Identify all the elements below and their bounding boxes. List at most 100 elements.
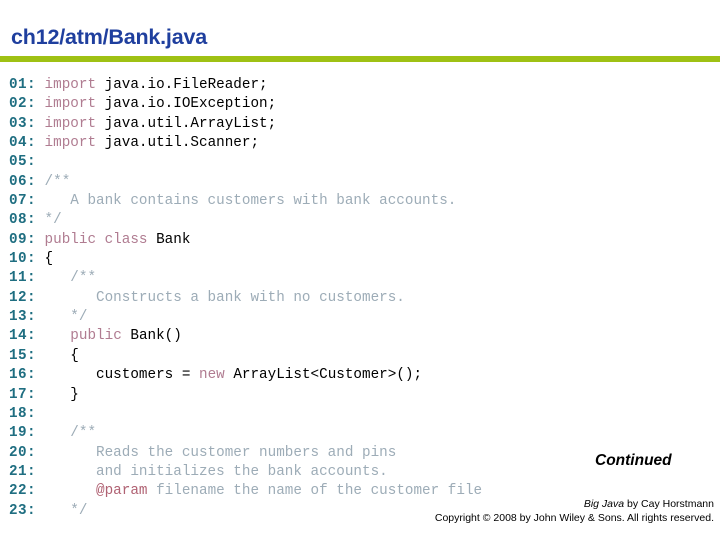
- code-line-number: 06:: [9, 173, 36, 190]
- code-token-src: Bank: [147, 231, 191, 248]
- code-line-number: 16:: [9, 367, 36, 384]
- code-line-number: 14:: [9, 328, 36, 345]
- code-gutter-gap: [36, 464, 45, 480]
- code-token-cm: and initializes the bank accounts.: [44, 463, 388, 480]
- code-token-src: [45, 328, 71, 344]
- code-gutter-gap: [36, 445, 45, 461]
- code-line: 10: {: [0, 250, 720, 269]
- code-token-cm: A bank contains customers with bank acco…: [44, 193, 457, 210]
- code-token-src: java.util.Scanner;: [96, 135, 260, 152]
- code-line-number: 17:: [9, 386, 36, 403]
- footer-author: by Cay Horstmann: [624, 498, 714, 510]
- code-token-cm: */: [44, 309, 88, 326]
- code-gutter-gap: [36, 290, 45, 306]
- code-token-cm: /**: [44, 173, 71, 190]
- code-line: 16: customers = new ArrayList<Customer>(…: [0, 366, 720, 385]
- code-token-cm: /**: [44, 270, 97, 287]
- code-token-src: customers =: [44, 367, 199, 384]
- footer-copyright: Copyright © 2008 by John Wiley & Sons. A…: [434, 511, 714, 524]
- code-token-kw: import: [44, 135, 97, 152]
- code-line: 13: */: [0, 308, 720, 327]
- code-gutter-gap: [36, 251, 45, 267]
- code-token-src: {: [44, 347, 79, 364]
- code-gutter-gap: [36, 154, 45, 170]
- code-line: 05:: [0, 153, 720, 172]
- slide-header: ch12/atm/Bank.java: [0, 0, 720, 62]
- code-gutter-gap: [36, 116, 45, 132]
- code-line: 18:: [0, 405, 720, 424]
- code-line-number: 04:: [9, 135, 36, 152]
- code-gutter-gap: [36, 425, 45, 441]
- code-line-number: 10:: [9, 251, 36, 268]
- code-line: 01: import java.io.FileReader;: [0, 76, 720, 95]
- code-line-number: 01:: [9, 77, 36, 93]
- code-token-kw: public: [70, 328, 122, 345]
- code-line: 04: import java.util.Scanner;: [0, 134, 720, 153]
- code-gutter-gap: [36, 270, 45, 286]
- code-line-number: 09:: [9, 231, 36, 248]
- code-gutter-gap: [36, 406, 45, 422]
- code-token-src: }: [44, 386, 79, 403]
- code-line: 03: import java.util.ArrayList;: [0, 115, 720, 134]
- code-line-number: 18:: [9, 405, 36, 422]
- code-line-number: 19:: [9, 425, 36, 442]
- title-divider: [0, 56, 720, 62]
- code-line-number: 13:: [9, 309, 36, 326]
- code-line: 07: A bank contains customers with bank …: [0, 192, 720, 211]
- code-token-kw: import: [44, 115, 97, 132]
- code-gutter-gap: [36, 483, 45, 499]
- code-line: 15: {: [0, 347, 720, 366]
- code-token-kw: import: [44, 77, 97, 93]
- footer-credit: Big Java by Cay Horstmann: [0, 498, 714, 512]
- code-token-src: ArrayList<Customer>();: [224, 367, 423, 384]
- code-gutter-gap: [36, 232, 45, 248]
- code-token-cm: Reads the customer numbers and pins: [44, 444, 397, 461]
- code-gutter-gap: [36, 96, 45, 112]
- code-token-src: {: [44, 251, 54, 268]
- code-gutter-gap: [36, 193, 45, 209]
- code-line-number: 15:: [9, 347, 36, 364]
- code-gutter-gap: [36, 77, 45, 93]
- code-line-number: 21:: [9, 463, 36, 480]
- code-line-number: 12:: [9, 289, 36, 306]
- code-line: 08: */: [0, 211, 720, 230]
- code-line-number: 08:: [9, 212, 36, 229]
- page-title: ch12/atm/Bank.java: [11, 25, 207, 49]
- code-line: 12: Constructs a bank with no customers.: [0, 289, 720, 308]
- code-line: 06: /**: [0, 173, 720, 192]
- code-token-src: java.util.ArrayList;: [96, 115, 277, 132]
- code-line-number: 03:: [9, 115, 36, 132]
- code-token-kw: public class: [44, 231, 148, 248]
- code-line-number: 20:: [9, 444, 36, 461]
- code-token-cm: filename the name of the customer file: [147, 483, 483, 500]
- code-gutter-gap: [36, 309, 45, 325]
- continued-label: Continued: [595, 452, 672, 469]
- code-token-cm: Constructs a bank with no customers.: [44, 289, 405, 306]
- code-line: 19: /**: [0, 424, 720, 443]
- code-gutter-gap: [36, 135, 45, 151]
- footer-book-title: Big Java: [583, 498, 625, 510]
- code-gutter-gap: [36, 174, 45, 190]
- code-gutter-gap: [36, 367, 45, 383]
- code-line: 17: }: [0, 386, 720, 405]
- code-token-src: Bank(): [121, 328, 182, 345]
- code-gutter-gap: [36, 212, 45, 228]
- code-token-tag: @param: [44, 483, 148, 500]
- code-line-number: 22:: [9, 483, 36, 500]
- code-line-number: 07:: [9, 193, 36, 210]
- code-token-src: java.io.FileReader;: [96, 77, 268, 93]
- code-line: 09: public class Bank: [0, 231, 720, 250]
- code-line-number: 11:: [9, 270, 36, 287]
- code-line: 11: /**: [0, 269, 720, 288]
- code-gutter-gap: [36, 348, 45, 364]
- code-token-kw: new: [198, 367, 225, 384]
- code-token-cm: /**: [44, 425, 97, 442]
- slide-footer: Big Java by Cay Horstmann Copyright © 20…: [0, 498, 714, 525]
- code-gutter-gap: [36, 387, 45, 403]
- code-token-kw: import: [44, 96, 97, 113]
- code-line: 14: public Bank(): [0, 327, 720, 346]
- code-token-cm: */: [44, 212, 62, 229]
- code-token-src: java.io.IOException;: [96, 96, 277, 113]
- code-line-number: 05:: [9, 154, 36, 171]
- code-line: 02: import java.io.IOException;: [0, 95, 720, 114]
